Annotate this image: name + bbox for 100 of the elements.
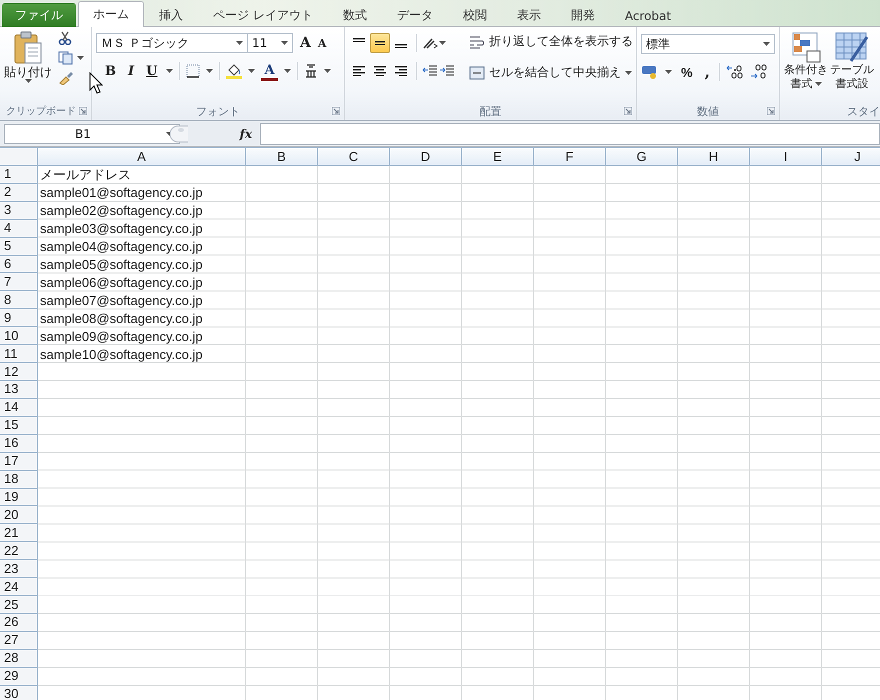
ribbon-tab[interactable]: ホーム	[78, 1, 144, 27]
row-header[interactable]: 13	[0, 380, 38, 399]
format-as-table-button[interactable]: テーブル 書式設	[830, 31, 874, 102]
ribbon-tab[interactable]: 挿入	[144, 3, 198, 27]
row-header[interactable]: 4	[0, 220, 38, 238]
bold-button[interactable]: B	[102, 62, 119, 80]
column-header[interactable]: A	[38, 148, 246, 166]
row-header[interactable]: 23	[0, 560, 38, 578]
row-header[interactable]: 6	[0, 256, 38, 274]
ribbon-tab[interactable]: データ	[382, 3, 448, 27]
dropdown-arrow-icon[interactable]	[206, 69, 214, 73]
formula-field[interactable]	[260, 122, 880, 144]
row-header[interactable]: 28	[0, 650, 38, 668]
number-format-field[interactable]: 標準	[641, 34, 775, 54]
percent-button[interactable]: %	[678, 62, 696, 82]
scissors-icon[interactable]	[58, 31, 72, 45]
column-header[interactable]: F	[534, 148, 606, 166]
fill-color-icon[interactable]	[226, 63, 242, 79]
row-header[interactable]: 22	[0, 542, 38, 560]
row-header[interactable]: 3	[0, 202, 38, 220]
row-header[interactable]: 16	[0, 434, 38, 453]
conditional-formatting-button[interactable]: 条件付き 書式	[784, 31, 828, 102]
decrease-decimal-icon[interactable]	[750, 64, 768, 80]
increase-decimal-icon[interactable]	[726, 64, 744, 80]
phonetic-guide-icon[interactable]	[304, 63, 318, 79]
row-header[interactable]: 27	[0, 632, 38, 650]
row-header[interactable]: 29	[0, 668, 38, 686]
column-header[interactable]: J	[822, 148, 880, 166]
row-header[interactable]: 18	[0, 470, 38, 489]
copy-icon[interactable]	[58, 51, 74, 65]
font-color-button[interactable]: A	[261, 61, 278, 81]
row-header[interactable]: 14	[0, 398, 38, 417]
wrap-text-button[interactable]: 折り返して全体を表示する	[467, 31, 635, 52]
column-header[interactable]: E	[462, 148, 534, 166]
grow-font-button[interactable]: A	[297, 33, 314, 53]
column-header[interactable]: I	[750, 148, 822, 166]
format-painter-icon[interactable]	[58, 71, 74, 85]
row-header[interactable]: 8	[0, 291, 38, 310]
name-box[interactable]: B1	[4, 124, 180, 144]
row-header[interactable]: 9	[0, 309, 38, 328]
dropdown-arrow-icon[interactable]	[665, 70, 672, 74]
row-header[interactable]: 21	[0, 524, 38, 542]
ribbon-tab[interactable]: ページ レイアウト	[198, 3, 328, 27]
row-header[interactable]: 30	[0, 686, 38, 700]
dropdown-arrow-icon[interactable]	[814, 82, 822, 86]
scroll-handle-icon[interactable]	[170, 124, 190, 142]
dropdown-arrow-icon[interactable]	[763, 42, 770, 46]
row-header[interactable]: 12	[0, 363, 38, 381]
insert-function-button[interactable]: fx	[190, 126, 260, 140]
row-header[interactable]: 11	[0, 345, 38, 364]
font-size-field[interactable]: 11	[247, 33, 293, 53]
dropdown-arrow-icon[interactable]	[281, 41, 288, 45]
ribbon-tab[interactable]: Acrobat	[610, 3, 686, 27]
dropdown-arrow-icon[interactable]	[284, 69, 291, 73]
ribbon-tab[interactable]: 数式	[328, 3, 382, 27]
dropdown-arrow-icon[interactable]	[625, 70, 632, 74]
row-header[interactable]: 10	[0, 327, 38, 346]
ribbon-tab[interactable]: 開発	[556, 3, 610, 27]
row-header[interactable]: 24	[0, 578, 38, 596]
dropdown-arrow-icon[interactable]	[236, 41, 243, 45]
font-name-field[interactable]: ＭＳ Ｐゴシック	[96, 33, 248, 53]
row-header[interactable]: 19	[0, 488, 38, 506]
underline-button[interactable]: U	[143, 62, 160, 80]
column-header[interactable]: H	[678, 148, 750, 166]
dialog-launcher-icon[interactable]	[332, 107, 340, 115]
paste-label[interactable]: 貼り付け	[4, 65, 52, 79]
dropdown-arrow-icon[interactable]	[166, 69, 174, 73]
ribbon-tab[interactable]: 表示	[502, 3, 556, 27]
row-header[interactable]: 2	[0, 184, 38, 202]
row-header[interactable]: 1	[0, 166, 38, 184]
vertical-align-button[interactable]	[370, 33, 390, 53]
dialog-launcher-icon[interactable]	[767, 107, 775, 115]
increase-indent-icon[interactable]	[439, 64, 455, 78]
column-header[interactable]: D	[390, 148, 462, 166]
column-header[interactable]: G	[606, 148, 678, 166]
row-header[interactable]: 5	[0, 238, 38, 256]
file-tab[interactable]: ファイル	[2, 3, 76, 27]
row-header[interactable]: 15	[0, 416, 38, 435]
row-header[interactable]: 7	[0, 273, 38, 292]
clipboard-icon[interactable]	[13, 31, 43, 65]
dropdown-arrow-icon[interactable]	[439, 41, 446, 45]
column-header[interactable]: C	[318, 148, 390, 166]
dropdown-arrow-icon[interactable]	[248, 69, 256, 73]
row-header[interactable]: 25	[0, 596, 38, 614]
dialog-launcher-icon[interactable]	[79, 107, 87, 115]
dropdown-arrow-icon[interactable]	[24, 79, 32, 83]
dialog-launcher-icon[interactable]	[624, 107, 632, 115]
shrink-font-button[interactable]: A	[318, 34, 326, 52]
text-orientation-icon[interactable]	[422, 36, 438, 50]
ribbon-tab[interactable]: 校閲	[448, 3, 502, 27]
column-header[interactable]: B	[246, 148, 318, 166]
border-icon[interactable]	[186, 64, 200, 78]
row-header[interactable]: 26	[0, 614, 38, 632]
decrease-indent-icon[interactable]	[422, 64, 438, 78]
comma-button[interactable]: ,	[702, 61, 713, 83]
dropdown-arrow-icon[interactable]	[324, 69, 331, 73]
row-header[interactable]: 20	[0, 506, 38, 524]
merge-center-button[interactable]: セルを結合して中央揃え	[467, 62, 635, 83]
italic-button[interactable]: I	[125, 62, 138, 80]
row-header[interactable]: 17	[0, 452, 38, 471]
